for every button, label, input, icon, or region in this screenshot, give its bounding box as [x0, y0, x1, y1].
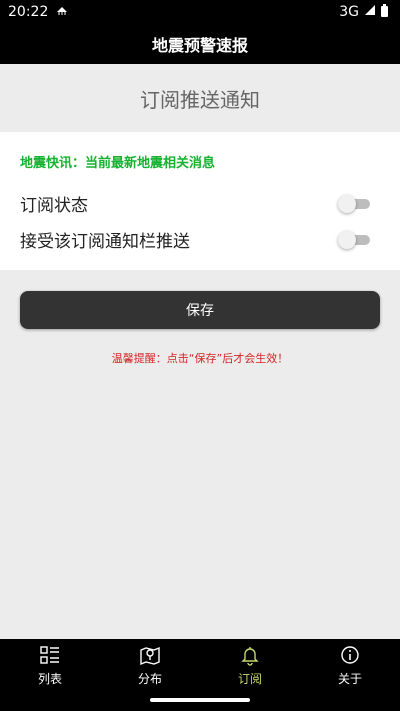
battery-icon: [381, 3, 388, 21]
notification-push-label: 接受该订阅通知栏推送: [20, 231, 190, 252]
network-type: 3G: [339, 4, 359, 20]
app-bar: 地震预警速报: [0, 24, 400, 64]
tab-label: 分布: [137, 672, 162, 686]
home-indicator[interactable]: [150, 698, 250, 702]
page-title: 订阅推送通知: [140, 87, 260, 112]
subscription-status-toggle[interactable]: [338, 195, 370, 213]
subscription-status-row: 订阅状态: [20, 190, 370, 216]
signal-icon: [364, 4, 376, 20]
save-reminder: 温馨提醒：点击“保存”后才会生效！: [111, 352, 289, 365]
notification-push-row: 接受该订阅通知栏推送: [20, 226, 370, 252]
save-button[interactable]: 保存: [20, 291, 380, 329]
tab-list[interactable]: 列表: [0, 639, 100, 711]
bell-icon: [241, 647, 259, 666]
app-title: 地震预警速报: [151, 36, 248, 55]
tab-label: 订阅: [237, 672, 262, 686]
tab-label: 列表: [37, 672, 62, 686]
info-icon: [341, 646, 359, 664]
earthquake-notice: 地震快讯：当前最新地震相关消息: [20, 156, 216, 171]
tab-about[interactable]: 关于: [300, 639, 400, 711]
toggle-thumb: [338, 195, 356, 213]
status-bar: 20:22 3G: [0, 0, 400, 24]
toggle-thumb: [338, 231, 356, 249]
subscription-card: 地震快讯：当前最新地震相关消息 订阅状态 接受该订阅通知栏推送: [0, 132, 400, 270]
subscription-status-label: 订阅状态: [20, 195, 88, 216]
page-heading: 订阅推送通知: [0, 64, 400, 132]
tab-label: 关于: [337, 672, 362, 686]
status-time: 20:22: [8, 4, 49, 20]
weather-icon: [56, 4, 68, 20]
map-icon: [140, 646, 160, 666]
notification-push-toggle[interactable]: [338, 231, 370, 249]
list-icon: [40, 646, 59, 664]
